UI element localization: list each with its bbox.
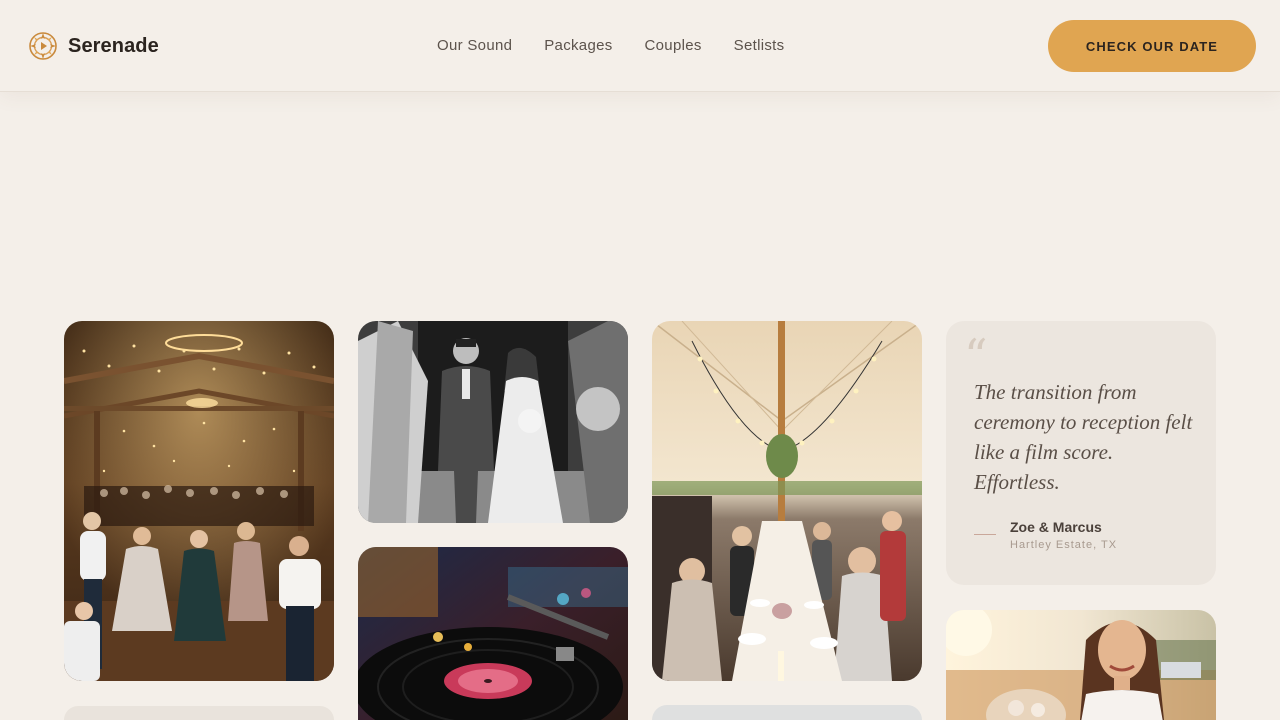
- barn-dance-photo: [64, 321, 334, 681]
- gallery-image-couple-exit[interactable]: [358, 321, 628, 523]
- nav-packages[interactable]: Packages: [544, 37, 612, 55]
- nav-our-sound[interactable]: Our Sound: [437, 37, 512, 55]
- nav-setlists[interactable]: Setlists: [734, 37, 785, 55]
- gallery-image-barn-dance[interactable]: [64, 321, 334, 681]
- site-header: Serenade Our Sound Packages Couples Setl…: [0, 0, 1280, 92]
- bride-portrait-photo: [946, 610, 1216, 720]
- quote-mark-icon: “: [964, 329, 988, 383]
- testimonial-card: “ The transition from ceremony to recept…: [946, 321, 1216, 585]
- vinyl-record-photo: [358, 547, 628, 720]
- brand-logo[interactable]: Serenade: [28, 31, 159, 61]
- divider: [974, 534, 996, 535]
- gallery-card-partial: [652, 705, 922, 720]
- testimonial-quote: The transition from ceremony to receptio…: [974, 380, 1193, 494]
- sun-ornament-icon: [29, 32, 57, 60]
- check-date-button[interactable]: CHECK OUR DATE: [1048, 20, 1256, 72]
- testimonial-author: Zoe & Marcus: [1010, 519, 1102, 535]
- testimonial-venue: Hartley Estate, TX: [1010, 539, 1118, 551]
- gallery-image-tent-dinner[interactable]: [652, 321, 922, 681]
- gallery-image-bride-portrait[interactable]: [946, 610, 1216, 720]
- tent-dinner-photo: [652, 321, 922, 681]
- main-nav: Our Sound Packages Couples Setlists: [437, 37, 816, 55]
- gallery-image-vinyl-record[interactable]: [358, 547, 628, 720]
- brand-name: Serenade: [68, 34, 159, 57]
- gallery-card-partial: [64, 706, 334, 720]
- couple-exit-photo: [358, 321, 628, 523]
- nav-couples[interactable]: Couples: [645, 37, 702, 55]
